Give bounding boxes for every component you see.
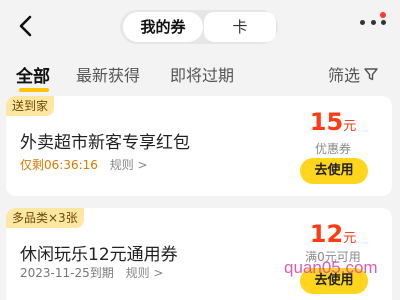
coupon-filter-tabs: 全部 最新获得 即将过期 筛选 (0, 58, 400, 94)
coupon-tag: 多品类×3张 (6, 208, 84, 228)
tab-all[interactable]: 全部 (16, 62, 50, 87)
use-coupon-button[interactable]: 去使用 (300, 158, 368, 184)
notification-dot (380, 12, 386, 18)
filter-icon (364, 68, 378, 81)
coupon-amount: 12元 (288, 220, 378, 248)
more-button[interactable] (360, 18, 386, 26)
tab-recent[interactable]: 最新获得 (76, 62, 140, 86)
tab-expiring[interactable]: 即将过期 (170, 62, 234, 86)
amount-unit: 元 (343, 231, 357, 246)
segment-cards[interactable]: 卡 (204, 12, 276, 42)
segment-control: 我的券 卡 (120, 10, 278, 44)
amount-value: 15 (309, 108, 344, 136)
watermark-text: quan05.com (284, 258, 378, 277)
back-button[interactable] (14, 14, 36, 38)
chevron-left-icon (19, 15, 32, 37)
rule-link[interactable]: 规则 > (126, 266, 164, 280)
segment-my-coupons[interactable]: 我的券 (123, 12, 203, 42)
coupon-tag: 送到家 (6, 96, 55, 116)
coupon-title: 外卖超市新客专享红包 (20, 133, 190, 153)
coupon-condition: 优惠券 (314, 142, 351, 156)
expiry-text: 2023-11-25到期 (20, 266, 114, 280)
filter-label: 筛选 (328, 66, 361, 85)
top-bar: 我的券 卡 (0, 0, 400, 56)
coupon-amount: 15元 (288, 108, 378, 136)
countdown-text: 仅剩06:36:16 (20, 158, 98, 172)
coupon-meta: 仅剩06:36:16 规则 > (20, 156, 148, 173)
rule-link[interactable]: 规则 > (110, 158, 148, 172)
amount-value: 12 (309, 220, 344, 248)
more-dot (381, 19, 386, 25)
more-dot (370, 19, 376, 25)
coupon-title: 休闲玩乐12元通用券 (20, 245, 178, 265)
coupon-meta: 2023-11-25到期 规则 > (20, 264, 163, 281)
active-tab-indicator (19, 88, 49, 92)
amount-unit: 元 (343, 119, 357, 134)
more-dots-icon (360, 19, 365, 25)
filter-button[interactable]: 筛选 (328, 62, 378, 86)
coupon-card[interactable]: 多品类×3张 休闲玩乐12元通用券 2023-11-25到期 规则 > 12元 … (6, 208, 392, 300)
coupon-card[interactable]: 送到家 外卖超市新客专享红包 仅剩06:36:16 规则 > 15元 优惠券 去… (6, 96, 392, 196)
